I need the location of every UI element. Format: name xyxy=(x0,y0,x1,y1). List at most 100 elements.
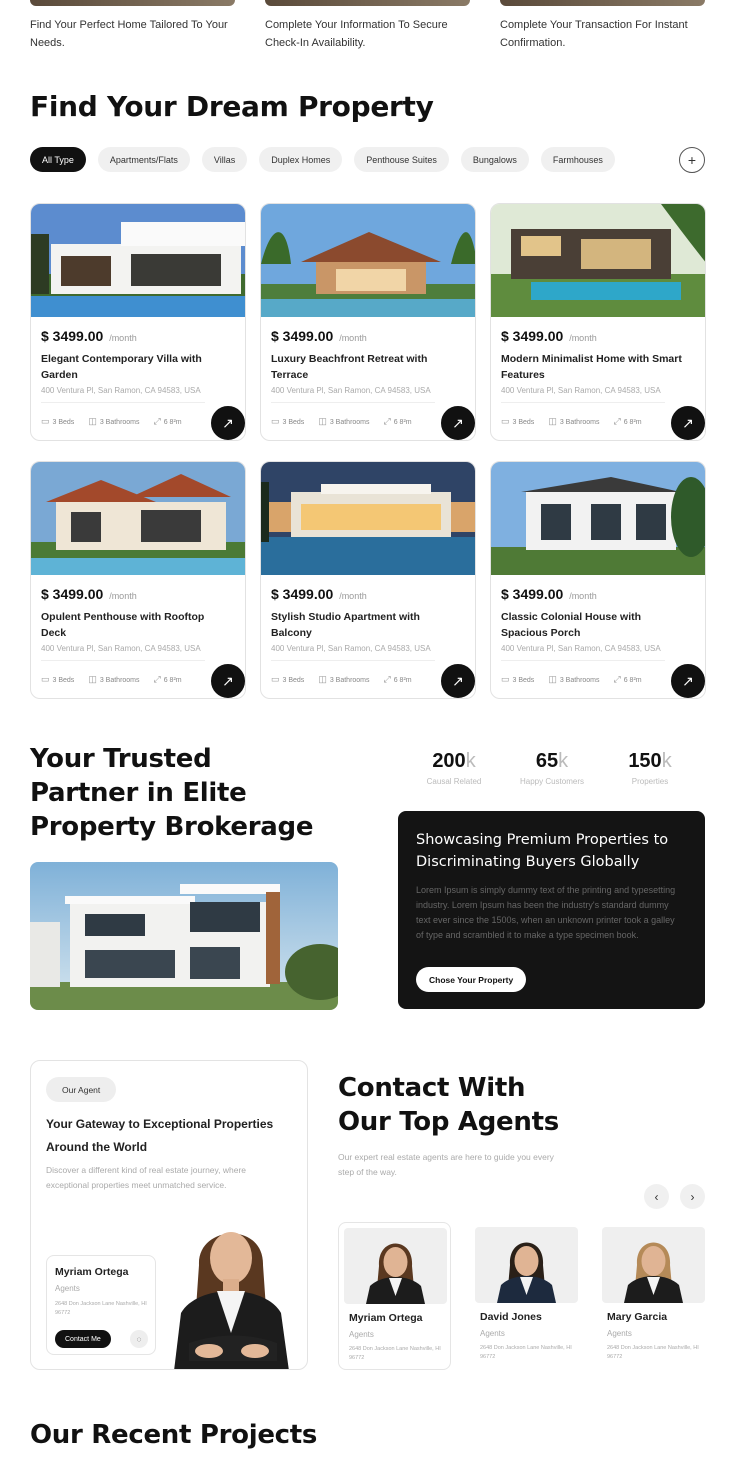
filter-apartments[interactable]: Apartments/Flats xyxy=(97,147,190,172)
divider xyxy=(271,660,435,661)
agent-card[interactable]: Myriam Ortega Agents 2648 Don Jackson La… xyxy=(338,1222,451,1370)
property-price: $ 3499.00 /month xyxy=(271,328,367,344)
showcase-box: Showcasing Premium Properties to Discrim… xyxy=(398,811,705,1009)
price-period: /month xyxy=(339,591,367,601)
property-address: 400 Ventura Pl, San Ramon, CA 94583, USA xyxy=(271,386,431,395)
baths-count: 3 Bathrooms xyxy=(99,419,140,426)
price-value: $ 3499.00 xyxy=(41,328,104,344)
area-value: 6 8²m xyxy=(393,419,412,426)
property-title: Elegant Contemporary Villa with Garden xyxy=(41,353,202,381)
filter-duplex[interactable]: Duplex Homes xyxy=(259,147,343,172)
property-card[interactable]: $ 3499.00 /month Stylish Studio Apartmen… xyxy=(260,461,476,699)
divider xyxy=(41,660,205,661)
beds-count: 3 Beds xyxy=(512,677,535,684)
price-period: /month xyxy=(339,333,367,343)
choose-property-button[interactable]: Chose Your Property xyxy=(416,967,527,992)
agent-address: 2648 Don Jackson Lane Nashville, HI 9677… xyxy=(607,1345,699,1360)
price-value: $ 3499.00 xyxy=(271,328,334,344)
arrow-up-right-icon[interactable]: ↗ xyxy=(207,402,245,440)
agent-role: Agents xyxy=(349,1330,374,1339)
property-address: 400 Ventura Pl, San Ramon, CA 94583, USA xyxy=(41,644,201,653)
price-period: /month xyxy=(569,333,597,343)
bed-icon: ▭ xyxy=(271,674,280,684)
area-value: 6 8²m xyxy=(623,419,642,426)
feature-text: Find Your Perfect Home Tailored To Your … xyxy=(30,19,228,49)
agent-name: David Jones xyxy=(480,1311,542,1323)
gateway-text: Discover a different kind of real estate… xyxy=(46,1165,247,1190)
gateway-title: Your Gateway to Exceptional Properties A… xyxy=(46,1117,274,1154)
property-card[interactable]: $ 3499.00 /month Classic Colonial House … xyxy=(490,461,706,699)
baths-count: 3 Bathrooms xyxy=(559,419,600,426)
feature-text: Complete Your Information To Secure Chec… xyxy=(265,19,448,49)
arrow-up-right-icon[interactable]: ↗ xyxy=(667,660,705,698)
property-title: Luxury Beachfront Retreat with Terrace xyxy=(271,353,428,381)
property-meta: ▭ 3 Beds ◫ 3 Bathrooms ⤢ 6 8²m xyxy=(271,416,412,427)
arrow-up-right-icon[interactable]: ↗ xyxy=(667,402,705,440)
stat-label: Happy Customers xyxy=(519,777,585,786)
brokerage-house-image xyxy=(30,862,338,1010)
area-value: 6 8²m xyxy=(163,419,182,426)
stat-causal: 200k Causal Related xyxy=(414,750,494,786)
property-card[interactable]: $ 3499.00 /month Elegant Contemporary Vi… xyxy=(30,203,246,441)
agent-address: 2648 Don Jackson Lane Nashville, HI 9677… xyxy=(349,1346,441,1361)
arrow-up-right-icon[interactable]: ↗ xyxy=(437,402,475,440)
property-address: 400 Ventura Pl, San Ramon, CA 94583, USA xyxy=(501,386,661,395)
bath-icon: ◫ xyxy=(548,674,557,684)
property-title: Stylish Studio Apartment with Balcony xyxy=(271,611,420,639)
price-value: $ 3499.00 xyxy=(501,586,564,602)
filter-farmhouses[interactable]: Farmhouses xyxy=(540,147,615,172)
stat-suffix: k xyxy=(465,750,476,772)
agent-gateway-card: Our Agent Your Gateway to Exceptional Pr… xyxy=(30,1060,308,1370)
our-agent-pill: Our Agent xyxy=(46,1077,117,1102)
agent-name: Mary Garcia xyxy=(607,1311,668,1323)
property-card[interactable]: $ 3499.00 /month Luxury Beachfront Retre… xyxy=(260,203,476,441)
feature-image xyxy=(265,0,470,6)
property-title: Opulent Penthouse with Rooftop Deck xyxy=(41,611,205,639)
property-image xyxy=(491,204,705,317)
filter-bungalows[interactable]: Bungalows xyxy=(460,147,529,172)
property-image xyxy=(491,462,705,575)
property-price: $ 3499.00 /month xyxy=(501,328,597,344)
agent-name: Myriam Ortega xyxy=(349,1312,423,1324)
filter-all-type[interactable]: All Type xyxy=(30,147,86,172)
beds-count: 3 Beds xyxy=(512,419,535,426)
stat-number: 65 xyxy=(535,750,559,772)
property-image xyxy=(31,204,245,317)
chevron-left-icon[interactable]: ‹ xyxy=(644,1184,669,1209)
bath-icon: ◫ xyxy=(88,416,97,426)
feature-image xyxy=(30,0,235,6)
plus-icon[interactable]: + xyxy=(679,147,705,173)
bed-icon: ▭ xyxy=(271,416,280,426)
price-value: $ 3499.00 xyxy=(41,586,104,602)
property-card[interactable]: $ 3499.00 /month Opulent Penthouse with … xyxy=(30,461,246,699)
agent-card[interactable]: Mary Garcia Agents 2648 Don Jackson Lane… xyxy=(597,1222,710,1370)
featured-agent-card: Myriam Ortega Agents 2648 Don Jackson La… xyxy=(46,1255,156,1355)
recent-projects-title: Our Recent Projects xyxy=(30,1420,318,1450)
contact-me-button[interactable]: Contact Me xyxy=(55,1330,111,1348)
showcase-text: Lorem Ipsum is simply dummy text of the … xyxy=(416,885,676,940)
price-period: /month xyxy=(569,591,597,601)
chevron-right-icon[interactable]: › xyxy=(680,1184,705,1209)
stat-label: Causal Related xyxy=(426,777,482,786)
agent-role: Agents xyxy=(480,1329,505,1338)
property-meta: ▭ 3 Beds ◫ 3 Bathrooms ⤢ 6 8²m xyxy=(501,416,642,427)
arrow-up-right-icon[interactable]: ↗ xyxy=(437,660,475,698)
area-icon: ⤢ xyxy=(383,674,391,684)
filter-penthouse[interactable]: Penthouse Suites xyxy=(354,147,449,172)
filter-villas[interactable]: Villas xyxy=(201,147,248,172)
property-price: $ 3499.00 /month xyxy=(41,328,137,344)
property-price: $ 3499.00 /month xyxy=(41,586,137,602)
property-card[interactable]: $ 3499.00 /month Modern Minimalist Home … xyxy=(490,203,706,441)
divider xyxy=(501,402,665,403)
trusted-title: Your Trusted Partner in Elite Property B… xyxy=(30,742,313,844)
stat-properties: 150k Properties xyxy=(610,750,690,786)
chat-icon[interactable]: ◌ xyxy=(130,1330,148,1348)
title-line: Partner in Elite xyxy=(30,778,247,808)
agent-role: Agents xyxy=(55,1284,80,1293)
agent-role: Agents xyxy=(607,1329,632,1338)
title-line: Your Trusted xyxy=(30,744,212,774)
agent-card[interactable]: David Jones Agents 2648 Don Jackson Lane… xyxy=(470,1222,583,1370)
baths-count: 3 Bathrooms xyxy=(559,677,600,684)
agents-title: Contact With Our Top Agents xyxy=(338,1071,559,1139)
arrow-up-right-icon[interactable]: ↗ xyxy=(207,660,245,698)
